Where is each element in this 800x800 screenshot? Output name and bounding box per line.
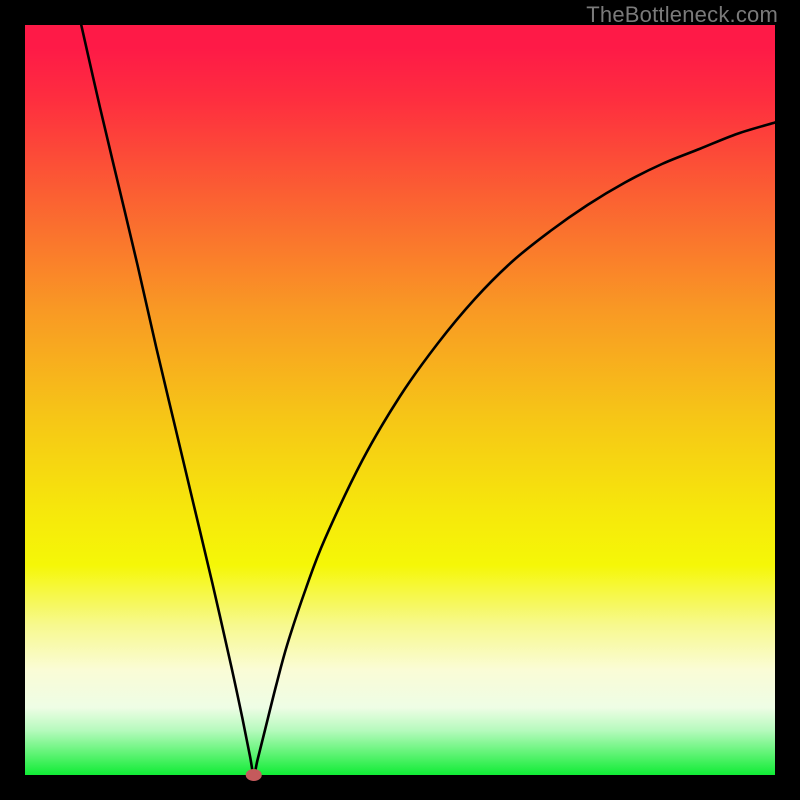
chart-plot-area — [25, 25, 775, 775]
optimal-point-marker — [246, 769, 263, 781]
watermark-text: TheBottleneck.com — [586, 2, 778, 28]
bottleneck-curve — [25, 25, 775, 775]
chart-frame: TheBottleneck.com — [0, 0, 800, 800]
